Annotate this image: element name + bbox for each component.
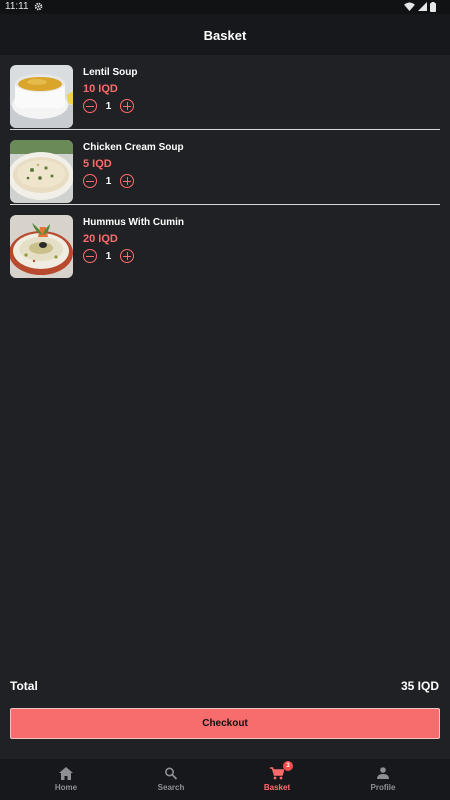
increase-quantity-button[interactable] (120, 99, 134, 113)
nav-label: Basket (263, 783, 291, 792)
home-icon (59, 767, 73, 782)
nav-item-basket[interactable]: 3 Basket (221, 759, 333, 800)
basket-item: Chicken Cream Soup 5 IQD 1 (10, 140, 440, 203)
item-price: 20 IQD (83, 233, 118, 245)
item-quantity: 1 (105, 100, 112, 112)
item-divider (10, 204, 440, 205)
bottom-navigation: Home Search 3 Basket Profile (0, 759, 450, 800)
minus-icon (86, 180, 94, 182)
increase-quantity-button[interactable] (120, 249, 134, 263)
cart-icon (270, 767, 285, 782)
chicken-cream-soup-image (10, 140, 73, 203)
item-quantity: 1 (105, 250, 112, 262)
nav-item-profile[interactable]: Profile (327, 759, 439, 800)
minus-icon (86, 105, 94, 107)
decrease-quantity-button[interactable] (83, 174, 97, 188)
nav-label: Search (157, 783, 185, 792)
basket-item: Hummus With Cumin 20 IQD 1 (10, 215, 440, 278)
total-label: Total (10, 679, 38, 693)
item-quantity: 1 (105, 175, 112, 187)
item-name: Lentil Soup (83, 67, 138, 78)
minus-icon (86, 255, 94, 257)
item-name: Chicken Cream Soup (83, 142, 184, 153)
total-value: 35 IQD (400, 679, 439, 693)
page-title: Basket (203, 28, 247, 43)
item-price: 5 IQD (83, 158, 112, 170)
checkout-button[interactable]: Checkout (10, 708, 440, 739)
status-bar: 11:11 (0, 0, 450, 14)
item-price: 10 IQD (83, 83, 118, 95)
basket-item: Lentil Soup 10 IQD 1 (10, 65, 440, 128)
nav-item-home[interactable]: Home (10, 759, 122, 800)
increase-quantity-button[interactable] (120, 174, 134, 188)
app-bar: Basket (0, 14, 450, 55)
search-icon (164, 767, 178, 782)
hummus-image (10, 215, 73, 278)
decrease-quantity-button[interactable] (83, 99, 97, 113)
nav-label: Profile (370, 783, 396, 792)
person-icon (377, 767, 389, 781)
lentil-soup-image (10, 65, 73, 128)
settings-gear-icon (34, 2, 43, 14)
status-time: 11:11 (5, 1, 29, 12)
nav-label: Home (54, 783, 78, 792)
item-divider (10, 129, 440, 130)
decrease-quantity-button[interactable] (83, 249, 97, 263)
nav-item-search[interactable]: Search (115, 759, 227, 800)
item-name: Hummus With Cumin (83, 217, 185, 228)
cart-count-badge: 3 (283, 761, 293, 771)
